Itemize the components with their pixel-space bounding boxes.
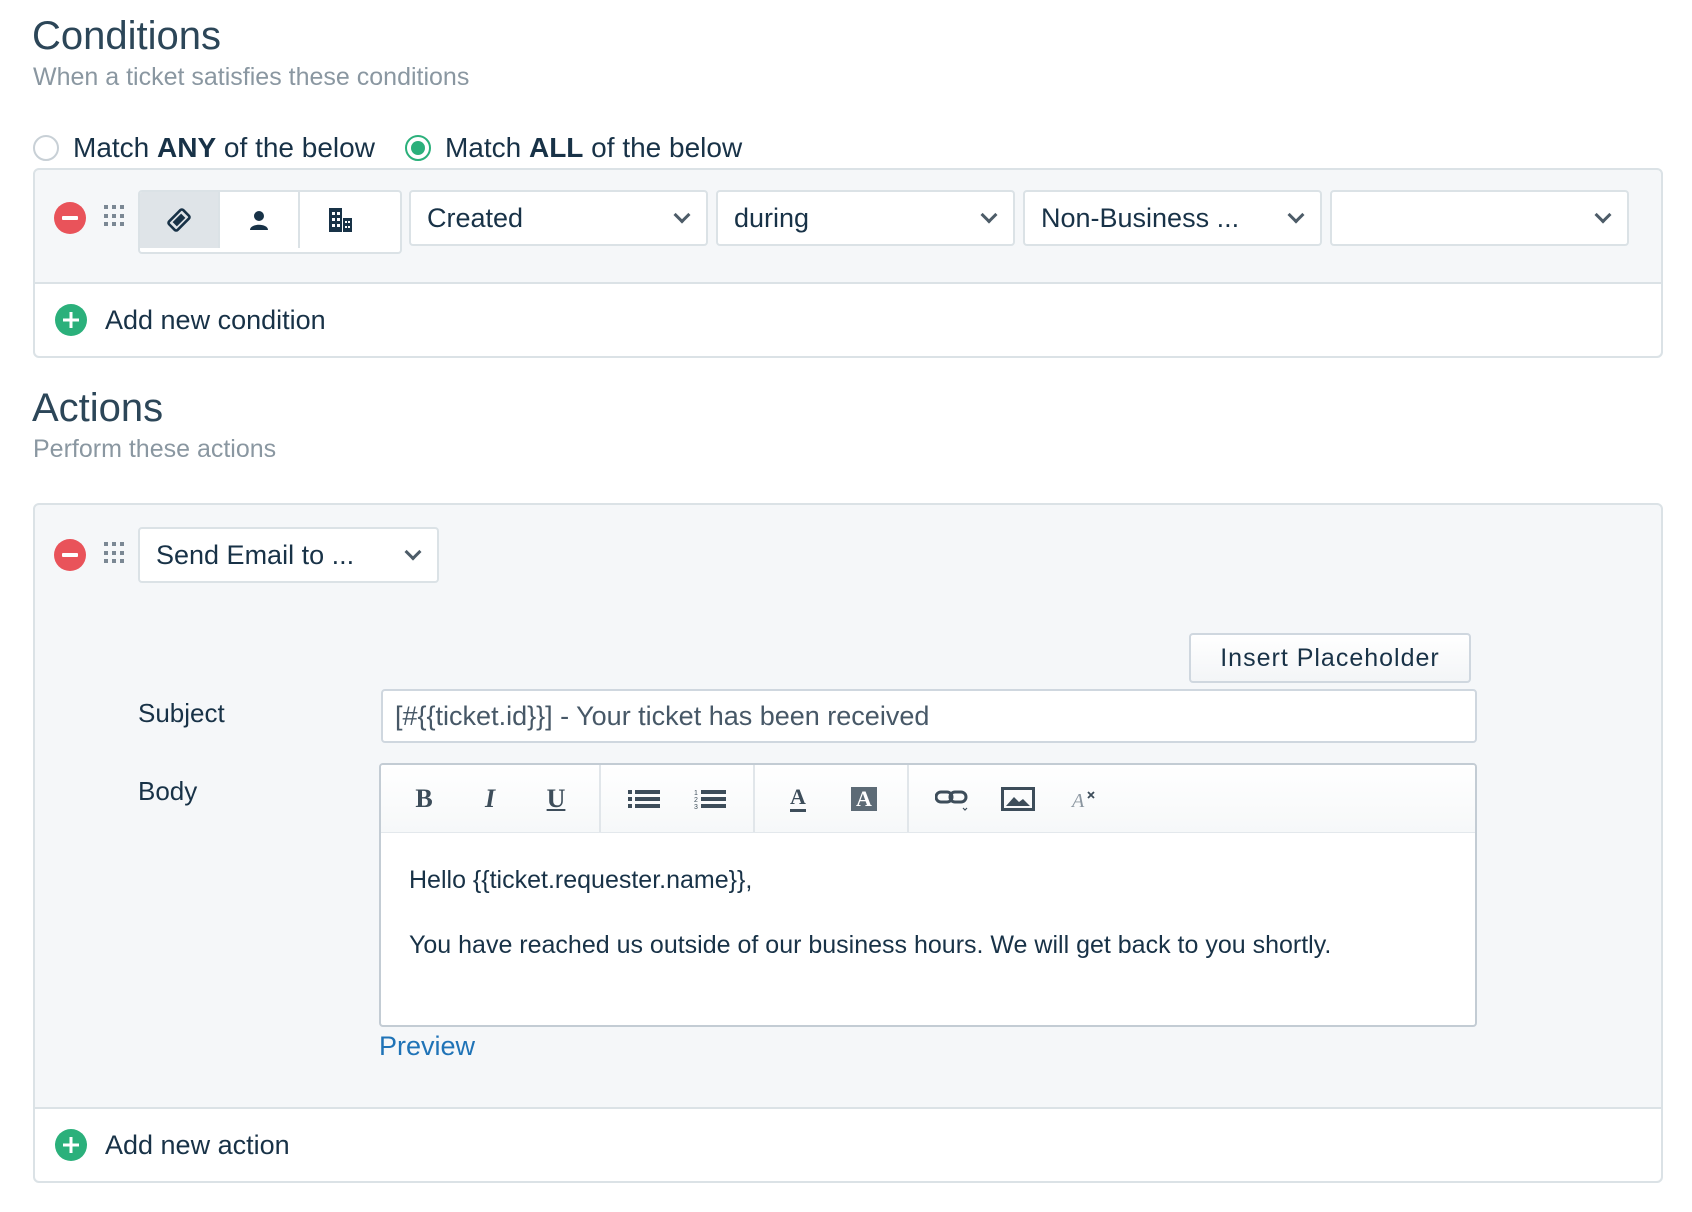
condition-value-value: Non-Business ...	[1041, 202, 1240, 233]
add-condition-label: Add new condition	[105, 304, 326, 335]
chevron-down-icon	[980, 206, 998, 224]
color-group: A A	[755, 765, 909, 832]
match-all-keyword: ALL	[528, 132, 584, 163]
svg-text:2: 2	[694, 797, 698, 804]
match-mode-radio-group: Match ANY of the below Match ALL of the …	[33, 128, 742, 168]
clear-formatting-icon: A	[1070, 790, 1095, 811]
italic-button[interactable]: I	[457, 765, 523, 832]
editor-toolbar: B I U 1 2 3 A A A	[381, 765, 1475, 833]
remove-action-button[interactable]	[54, 539, 86, 571]
conditions-panel: Created during Non-Business ... Add new …	[33, 168, 1663, 358]
match-any-suffix: of the below	[216, 132, 375, 163]
condition-operator-select[interactable]: during	[716, 190, 1015, 246]
format-group: B I U	[381, 765, 601, 832]
editor-content[interactable]: Hello {{ticket.requester.name}}, You hav…	[381, 833, 1475, 992]
add-action-label: Add new action	[105, 1129, 290, 1160]
radio-checked-icon	[404, 135, 431, 161]
link-icon	[935, 790, 968, 811]
insert-image-button[interactable]	[985, 765, 1051, 832]
add-condition-button[interactable]: Add new condition	[55, 304, 326, 336]
chevron-down-icon	[1594, 206, 1612, 224]
condition-field-select[interactable]: Created	[409, 190, 708, 246]
body-line-greeting: Hello {{ticket.requester.name}},	[409, 866, 753, 894]
subject-label: Subject	[138, 698, 225, 728]
condition-entity-tabs	[138, 190, 402, 254]
plus-icon	[55, 304, 87, 336]
ticket-icon	[167, 208, 191, 232]
chevron-down-icon	[1287, 206, 1305, 224]
building-icon	[329, 208, 352, 232]
font-color-icon: A	[790, 785, 806, 812]
chevron-down-icon	[404, 543, 422, 561]
drag-handle-icon[interactable]	[104, 205, 126, 227]
numbered-list-button[interactable]: 1 2 3	[677, 765, 743, 832]
drag-handle-icon[interactable]	[104, 542, 126, 564]
numbered-list-icon: 1 2 3	[694, 789, 726, 809]
background-color-icon: A	[851, 786, 877, 811]
actions-subtitle: Perform these actions	[33, 435, 277, 463]
list-group: 1 2 3	[601, 765, 755, 832]
radio-unchecked-icon	[33, 135, 59, 161]
bulleted-list-button[interactable]	[611, 765, 677, 832]
match-any-label: Match ANY of the below	[73, 132, 375, 164]
condition-operator-value: during	[734, 202, 810, 233]
tab-ticket[interactable]	[140, 192, 220, 248]
plus-icon	[55, 1129, 87, 1161]
condition-extra-select[interactable]	[1330, 190, 1629, 246]
tab-company[interactable]	[300, 192, 380, 248]
body-label: Body	[138, 776, 198, 806]
bold-icon: B	[415, 783, 433, 813]
match-all-prefix: Match	[444, 132, 529, 163]
actions-footer: Add new action	[35, 1107, 1661, 1181]
conditions-subtitle: When a ticket satisfies these conditions	[33, 63, 470, 91]
match-any-radio[interactable]: Match ANY of the below	[33, 132, 375, 164]
insert-link-button[interactable]	[919, 765, 985, 832]
chevron-down-icon	[673, 206, 691, 224]
bulleted-list-icon	[628, 789, 660, 808]
conditions-footer: Add new condition	[35, 282, 1661, 356]
preview-link[interactable]: Preview	[379, 1031, 475, 1062]
underline-icon: U	[546, 783, 566, 813]
condition-field-value: Created	[427, 202, 524, 233]
insert-group: A	[909, 765, 1127, 832]
clear-formatting-button[interactable]: A	[1051, 765, 1117, 832]
image-icon	[1001, 786, 1035, 811]
actions-panel: Send Email to ... Insert Placeholder Sub…	[33, 503, 1663, 1183]
svg-text:1: 1	[694, 790, 698, 797]
bold-button[interactable]: B	[391, 765, 457, 832]
match-any-prefix: Match	[73, 132, 158, 163]
user-icon	[250, 211, 268, 230]
match-any-keyword: ANY	[157, 132, 217, 163]
body-line-message: You have reached us outside of our busin…	[409, 931, 1332, 959]
match-all-radio[interactable]: Match ALL of the below	[404, 132, 742, 164]
action-type-select[interactable]: Send Email to ...	[138, 527, 439, 583]
tab-contact[interactable]	[220, 192, 300, 248]
conditions-title: Conditions	[32, 14, 222, 58]
match-all-suffix: of the below	[583, 132, 743, 163]
body-rich-text-editor: B I U 1 2 3 A A A Hello {{ticket.request…	[379, 763, 1477, 1027]
add-action-button[interactable]: Add new action	[55, 1129, 290, 1161]
insert-placeholder-button[interactable]: Insert Placeholder	[1189, 633, 1471, 683]
underline-button[interactable]: U	[523, 765, 589, 832]
actions-title: Actions	[32, 386, 164, 430]
remove-condition-button[interactable]	[54, 202, 86, 234]
background-color-button[interactable]: A	[831, 765, 897, 832]
condition-value-select[interactable]: Non-Business ...	[1023, 190, 1322, 246]
action-type-value: Send Email to ...	[156, 539, 355, 570]
match-all-label: Match ALL of the below	[445, 132, 742, 164]
svg-text:3: 3	[694, 804, 698, 809]
subject-input[interactable]: [#{{ticket.id}}] - Your ticket has been …	[381, 689, 1477, 743]
font-color-button[interactable]: A	[765, 765, 831, 832]
svg-text:A: A	[1070, 790, 1085, 811]
italic-icon: I	[484, 783, 496, 813]
